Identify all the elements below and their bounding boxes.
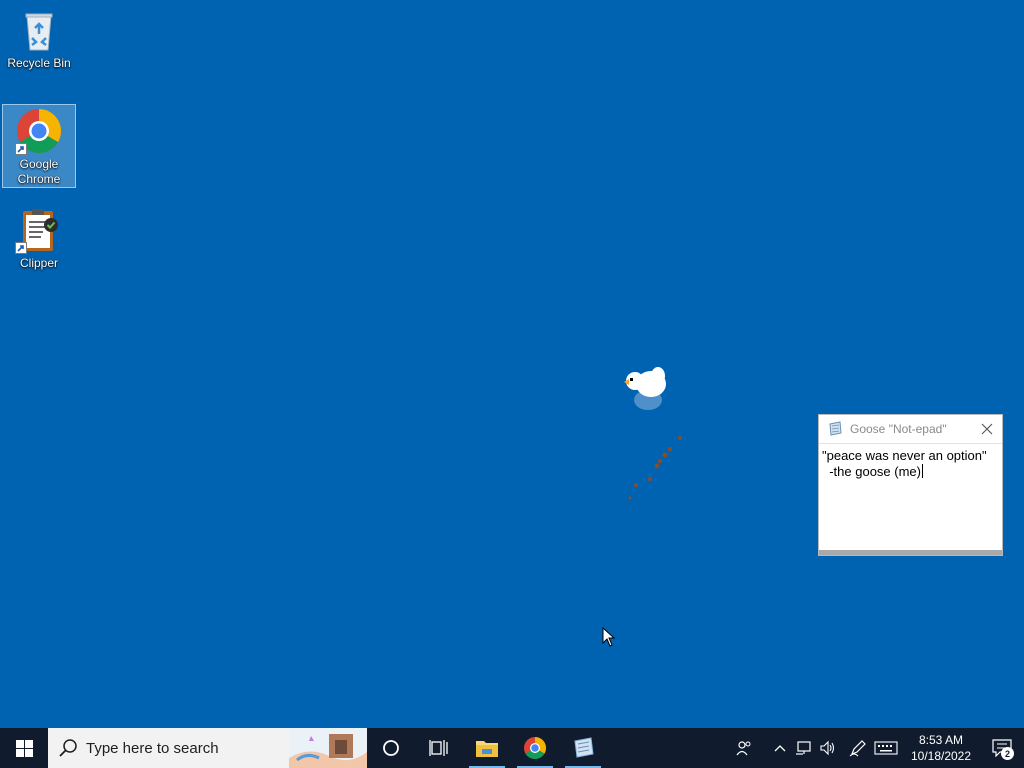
start-button[interactable] (0, 728, 48, 768)
desktop-icon-google-chrome[interactable]: Google Chrome (2, 104, 76, 188)
touch-keyboard-button[interactable] (870, 728, 902, 768)
search-icon (59, 739, 77, 757)
network-icon (796, 741, 811, 755)
desktop-icon-label: Google Chrome (17, 157, 61, 186)
notepad-icon (829, 421, 842, 436)
show-hidden-icons-button[interactable] (768, 728, 792, 768)
taskbar-search-box[interactable]: Type here to search (48, 728, 367, 768)
chrome-icon (15, 107, 63, 155)
clock-time: 8:53 AM (918, 733, 964, 747)
task-view-button[interactable] (415, 728, 463, 768)
cortana-button[interactable] (367, 728, 415, 768)
recycle-bin-icon (15, 6, 63, 54)
notification-count-badge: 2 (1001, 747, 1014, 760)
search-placeholder: Type here to search (86, 739, 219, 757)
shortcut-arrow-icon (15, 242, 27, 254)
desktop-icon-clipper[interactable]: Clipper (2, 204, 76, 274)
close-icon (981, 423, 993, 435)
windows-start-icon (15, 739, 33, 757)
window-title: Goose "Not-epad" (850, 422, 947, 436)
taskbar-chrome[interactable] (511, 728, 559, 768)
people-icon (736, 741, 751, 756)
task-view-icon (429, 740, 448, 756)
volume-button[interactable] (816, 728, 840, 768)
notepad-icon (574, 737, 594, 758)
notepad-text-area[interactable]: "peace was never an option" -the goose (… (822, 448, 999, 547)
taskbar: Type here to search 8:53 AM 10/18/2022 2 (0, 728, 1024, 768)
people-button[interactable] (732, 728, 756, 768)
goose-footprints (628, 436, 682, 500)
shortcut-arrow-icon (15, 143, 27, 155)
desktop-icon-label: Clipper (19, 256, 58, 270)
text-line: -the goose (me) (822, 464, 921, 479)
window-titlebar[interactable]: Goose "Not-epad" (819, 415, 1002, 444)
system-tray: 8:53 AM 10/18/2022 2 (732, 728, 1024, 768)
clock-date: 10/18/2022 (910, 749, 972, 763)
taskbar-notepad[interactable] (559, 728, 607, 768)
text-caret (922, 464, 923, 478)
pen-workspace-button[interactable] (846, 728, 870, 768)
pen-icon (849, 740, 866, 757)
close-button[interactable] (972, 415, 1002, 443)
mouse-cursor-icon (602, 627, 616, 647)
desktop-icon-label: Recycle Bin (7, 56, 71, 70)
cortana-circle-icon (383, 740, 399, 756)
taskbar-clock[interactable]: 8:53 AM 10/18/2022 (906, 732, 976, 764)
goose-notepad-window[interactable]: Goose "Not-epad" "peace was never an opt… (818, 414, 1003, 556)
volume-icon (820, 740, 835, 756)
window-bottom-bar (819, 550, 1002, 555)
folder-icon (476, 741, 498, 757)
goose-sprite[interactable] (618, 360, 678, 420)
action-center-button[interactable]: 2 (980, 728, 1024, 768)
text-line: "peace was never an option" (822, 448, 987, 463)
taskbar-file-explorer[interactable] (463, 728, 511, 768)
keyboard-icon (874, 741, 898, 755)
desktop-icon-recycle-bin[interactable]: Recycle Bin (2, 4, 76, 78)
network-button[interactable] (792, 728, 816, 768)
clipboard-icon (15, 206, 63, 254)
chevron-up-icon (774, 745, 786, 752)
search-highlight-image (289, 728, 367, 768)
text-line-with-caret: -the goose (me) (822, 464, 999, 480)
chrome-icon (524, 737, 546, 759)
